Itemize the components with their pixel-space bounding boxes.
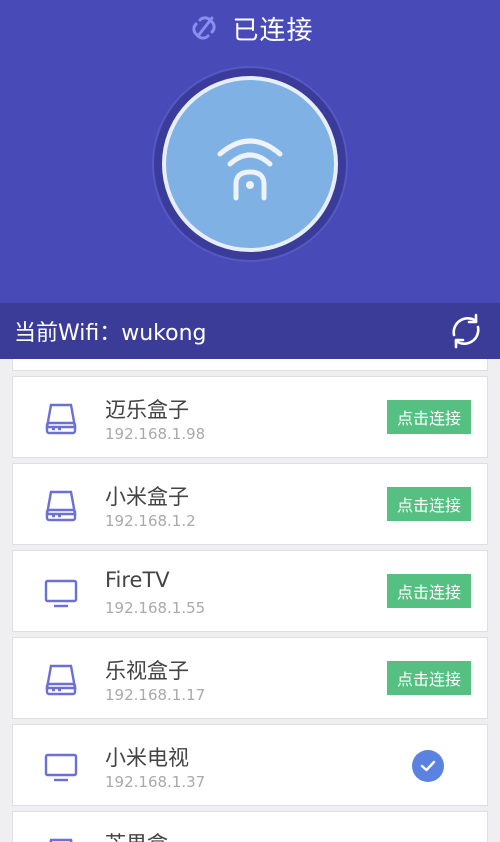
connected-check-icon xyxy=(412,750,444,782)
list-item-cut xyxy=(12,359,488,371)
list-item[interactable]: FireTV 192.168.1.55 点击连接 xyxy=(12,550,488,632)
box-icon xyxy=(49,838,73,842)
device-name: 迈乐盒子 xyxy=(105,398,189,422)
box-icon xyxy=(45,403,77,435)
device-name: 小米盒子 xyxy=(105,485,189,509)
connect-button[interactable]: 点击连接 xyxy=(387,661,471,695)
current-wifi-bar: 当前Wifi：wukong xyxy=(0,303,500,359)
link-icon xyxy=(192,16,217,40)
status-text: 已连接 xyxy=(232,15,314,46)
device-ip: 192.168.1.98 xyxy=(105,425,206,443)
tv-icon xyxy=(44,753,78,782)
wifi-remote-button[interactable] xyxy=(162,76,338,252)
list-item[interactable]: 迈乐盒子 192.168.1.98 点击连接 xyxy=(12,376,488,458)
refresh-icon[interactable] xyxy=(446,311,486,351)
connect-button[interactable]: 点击连接 xyxy=(387,574,471,608)
device-list: 迈乐盒子 192.168.1.98 点击连接 小米盒子 192.168.1.2 … xyxy=(12,359,488,842)
device-name: 芒果盒 xyxy=(105,828,168,842)
device-ip: 192.168.1.17 xyxy=(105,686,206,704)
box-icon xyxy=(45,490,77,522)
device-name: 乐视盒子 xyxy=(105,659,189,683)
list-item[interactable]: 小米盒子 192.168.1.2 点击连接 xyxy=(12,463,488,545)
device-ip: 192.168.1.55 xyxy=(105,599,206,617)
current-wifi-label: 当前Wifi：wukong xyxy=(14,321,207,346)
device-ip: 192.168.1.37 xyxy=(105,773,206,791)
device-name: FireTV xyxy=(105,568,170,592)
connect-button[interactable]: 点击连接 xyxy=(387,400,471,434)
device-ip: 192.168.1.2 xyxy=(105,512,196,530)
connection-status: 已连接 xyxy=(0,8,500,48)
wifi-remote-icon xyxy=(217,138,283,201)
device-name: 小米电视 xyxy=(105,746,189,770)
list-item[interactable]: 乐视盒子 192.168.1.17 点击连接 xyxy=(12,637,488,719)
header-panel: 已连接 xyxy=(0,0,500,303)
list-item[interactable]: 芒果盒 xyxy=(12,811,488,842)
connect-button[interactable]: 点击连接 xyxy=(387,487,471,521)
tv-icon xyxy=(44,579,78,608)
list-item[interactable]: 小米电视 192.168.1.37 xyxy=(12,724,488,806)
box-icon xyxy=(45,664,77,696)
